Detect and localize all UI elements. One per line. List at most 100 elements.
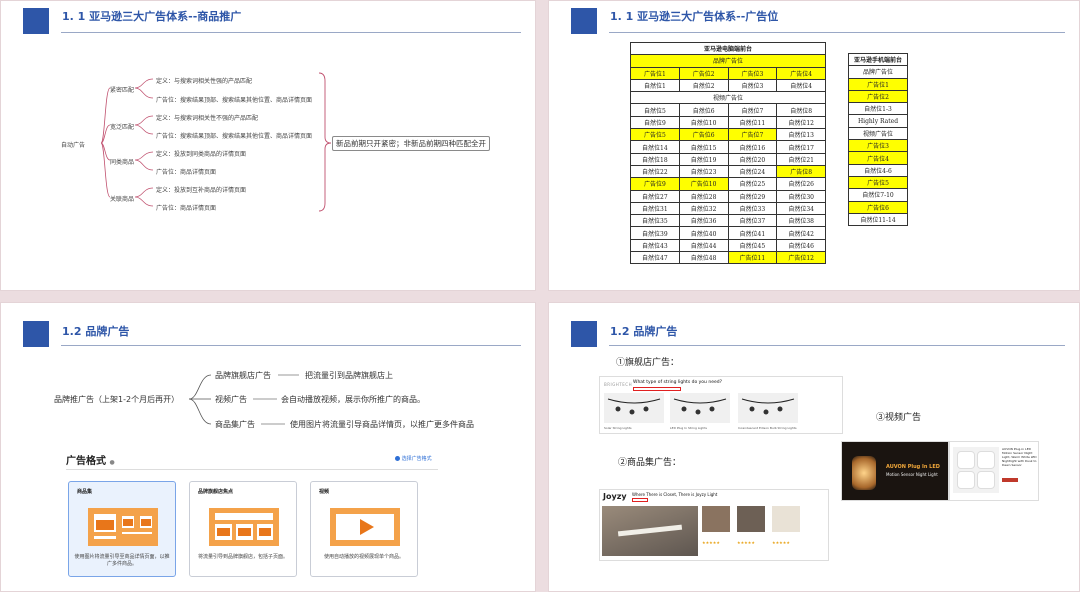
branch-broad-def: 定义：与搜索词相关性不强的产品匹配 [156,115,259,122]
deal-badge [1002,478,1018,482]
organic-slot-cell: 自然位11 [727,115,778,130]
branch-broad: 宽泛匹配 [110,124,135,131]
shot-brand: BRIGHTECH [604,382,633,387]
organic-slot-cell: 自然位4-6 [848,163,908,177]
store-spotlight-illustration [209,508,279,546]
slide-brand-ads: 1.2 品牌广告 品牌推广告（上架1-2个月后再开） 品牌旗舰店广告 把流量引到… [0,302,536,592]
shot-headline: Where There is Closet, There is Joyzy Li… [632,492,718,497]
shot-brand: Joyzy [603,492,627,501]
organic-slot-cell: 自然位40 [678,226,729,240]
header-rule [609,32,1065,33]
organic-slot-cell: 自然位37 [727,214,778,228]
organic-slot-cell: 自然位43 [630,238,680,253]
organic-slot-cell: 自然位4 [776,78,827,93]
slide-brand-ads-examples: 1.2 品牌广告 ①旗舰店广告： ②商品集广告： ③视频广告 BRIGHTECH… [548,302,1080,592]
branch-store: 品牌旗舰店广告 [215,371,271,380]
organic-slot-cell: 自然位2 [678,78,729,93]
organic-slot-cell: 自然位44 [678,238,729,253]
slide-product-promotion: 1. 1 亚马逊三大广告体系--商品推广 自动广告 紧密匹配 定义：与搜索词相关… [0,0,536,291]
header-rule [609,345,1065,346]
slide-title: 1. 1 亚马逊三大广告体系--广告位 [610,10,779,23]
shot-headline: What type of string lights do you need? [633,380,722,385]
organic-slot-cell: 自然位22 [630,164,680,179]
organic-slot-cell: 自然位25 [727,177,778,191]
collection-illustration [88,508,158,546]
shot-shop-link [633,387,681,391]
format-divider [66,469,438,470]
help-icon [395,456,400,461]
organic-slot-cell: 自然位5 [630,103,680,117]
format-card-label: 品牌旗舰店焦点 [198,489,234,495]
branch-exact: 紧密匹配 [110,87,135,94]
organic-slot-cell: 自然位12 [776,115,827,130]
night-light-glow [852,456,876,490]
format-card-collection[interactable]: 商品集 使用图片将流量引导至商品详情页面，以推广多件商品。 [68,481,176,577]
branch-collection: 商品集广告 [215,420,255,429]
product-thumb-2 [737,506,765,532]
branch-broad-pos: 广告位：搜索结果顶部、搜索结果其他位置、商品详情页面 [156,133,313,140]
format-title: 广告格式 [66,456,106,467]
ad-slot-cell: 广告位5 [848,175,908,190]
organic-slot-cell: 自然位45 [727,238,778,253]
organic-slot-cell: 自然位26 [776,177,827,191]
organic-slot-cell: 自然位1-3 [848,102,908,116]
ad-slot-cell: 广告位1 [630,66,680,80]
format-card-label: 视频 [319,489,330,495]
organic-slot-cell: 自然位10 [678,115,729,130]
ad-slot-cell: 广告位2 [848,89,908,104]
organic-slot-cell: 视频广告位 [848,126,908,141]
branch-exact-def: 定义：与搜索词相关性强的产品匹配 [156,78,253,85]
product-thumb [953,447,999,493]
desktop-table-title: 亚马逊电脑端前台 [629,41,827,56]
organic-slot-cell: 自然位28 [678,189,729,203]
ad-slot-cell: 广告位1 [848,77,908,91]
format-card-video[interactable]: 视频 使用自动播放的视频展现单个商品。 [310,481,418,577]
organic-slot-cell: 自然位35 [630,214,680,228]
ad-slot-cell: 广告位3 [848,139,908,153]
product-thumb-1 [702,506,730,532]
organic-slot-cell: 自然位7 [727,103,778,117]
branch-complement-pos: 广告位：商品详情页面 [156,205,217,212]
product-thumb-3 [772,506,800,532]
organic-slot-cell: 自然位31 [630,201,680,216]
ad-slot-cell: 广告位3 [727,66,778,80]
choose-format-link[interactable]: 选择广告格式 [395,455,432,462]
format-card-store-spotlight[interactable]: 品牌旗舰店焦点 将流量引导到品牌旗舰店，包括子页面。 [189,481,297,577]
collection-ad-label: ②商品集广告： [618,458,682,468]
organic-slot-cell: 自然位23 [678,164,729,179]
ad-slot-cell: 广告位2 [678,66,729,80]
product-caption: Solar String Lights [604,426,632,430]
summary-note: 新品前期只开紧密；非新品前期四种匹配全开 [332,136,490,151]
organic-slot-cell: 自然位21 [776,152,827,166]
video-ad-screenshot: AUVON Plug In LED Motion Sensor Night Li… [841,441,949,501]
video-ad-label: ③视频广告 [876,413,922,423]
organic-slot-cell: 自然位20 [727,152,778,166]
ad-slot-cell: 广告位10 [678,177,729,191]
product-caption: Incandescent Edison Bulb String Lights [738,426,797,430]
organic-slot-cell: 自然位19 [678,152,729,166]
format-card-label: 商品集 [77,489,93,495]
organic-slot-cell: 自然位15 [678,140,729,154]
brand-root: 品牌推广告（上架1-2个月后再开） [54,395,180,404]
collection-ad-screenshot: Joyzy Where There is Closet, There is Jo… [599,489,829,561]
branch-exact-pos: 广告位：搜索结果顶部、搜索结果其他位置、商品详情页面 [156,97,313,104]
organic-slot-cell: 自然位24 [727,164,778,179]
ad-slot-cell: 广告位12 [776,251,827,265]
branch-substitute-def: 定义：投放到同类商品的详情页面 [156,151,247,158]
organic-slot-cell: 自然位3 [727,78,778,93]
header-square [571,321,597,347]
branch-substitute-pos: 广告位：商品详情页面 [156,169,217,176]
organic-slot-cell: 自然位29 [727,189,778,203]
organic-slot-cell: 自然位34 [776,201,827,216]
organic-slot-cell: 自然位13 [776,128,827,142]
format-card-desc: 使用图片将流量引导至商品详情页面，以推广多件商品。 [74,554,170,567]
branch-complement: 关联商品 [110,196,135,203]
product-caption: LED Plug In String Lights [670,426,707,430]
ad-slot-cell: 广告位6 [678,128,729,142]
ad-slot-cell: 广告位5 [630,128,680,142]
organic-slot-cell: 自然位33 [727,201,778,216]
organic-slot-cell: Highly Rated [848,114,908,128]
mobile-table-title: 亚马逊手机端前台 [848,52,908,67]
mobile-placement-table: 亚马逊手机端前台 品牌广告位 广告位1 广告位2 自然位1-3 Highly Rated 视… [848,52,908,227]
organic-slot-cell: 自然位41 [727,226,778,240]
